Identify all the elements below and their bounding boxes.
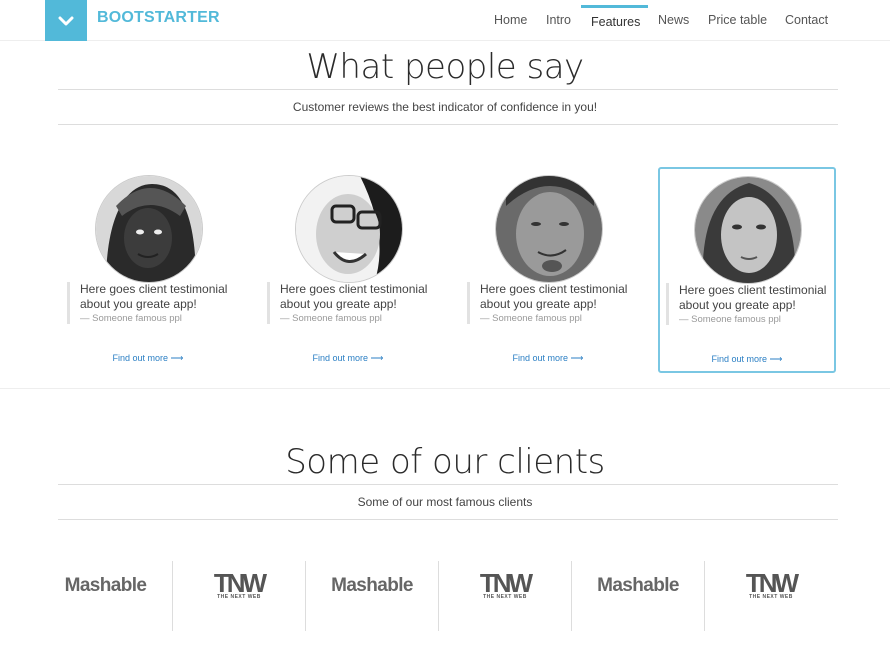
testimonial-text: Here goes client testimonial about you g… — [679, 283, 827, 312]
nav-active-indicator — [581, 5, 648, 8]
section-divider — [0, 388, 890, 389]
testimonial-text: Here goes client testimonial about you g… — [280, 282, 428, 311]
avatar — [694, 176, 802, 284]
find-out-more-link[interactable]: Find out more ⟶ — [59, 353, 237, 364]
find-out-more-link[interactable]: Find out more ⟶ — [259, 353, 437, 364]
chevron-down-icon — [58, 16, 74, 25]
client-logo-mashable[interactable]: Mashable — [571, 561, 704, 631]
testimonial-quote: Here goes client testimonial about you g… — [267, 282, 432, 324]
mashable-logo-text: Mashable — [597, 575, 679, 596]
avatar — [295, 175, 403, 283]
divider — [58, 484, 838, 485]
testimonial-author: — Someone famous ppl — [280, 313, 382, 324]
tnw-logo-text: TNW — [213, 568, 267, 598]
testimonial-author: — Someone famous ppl — [80, 313, 182, 324]
tnw-logo-subtext: THE NEXT WEB — [483, 594, 527, 600]
divider — [58, 124, 838, 125]
testimonial-text: Here goes client testimonial about you g… — [80, 282, 228, 311]
nav-intro[interactable]: Intro — [546, 13, 571, 27]
navbar: BOOTSTARTER Home Intro Features News Pri… — [0, 0, 890, 41]
divider — [58, 89, 838, 90]
client-logo-mashable[interactable]: Mashable — [39, 561, 172, 631]
avatar — [95, 175, 203, 283]
testimonial-author: — Someone famous ppl — [480, 313, 582, 324]
find-out-more-link[interactable]: Find out more ⟶ — [658, 354, 836, 365]
nav-price-table[interactable]: Price table — [708, 13, 767, 27]
testimonial-card: Here goes client testimonial about you g… — [259, 167, 437, 373]
tnw-logo-text: TNW — [745, 568, 799, 598]
tnw-logo-subtext: THE NEXT WEB — [749, 594, 793, 600]
nav-contact[interactable]: Contact — [785, 13, 828, 27]
clients-subtitle: Some of our most famous clients — [357, 495, 533, 509]
testimonial-card: Here goes client testimonial about you g… — [459, 167, 637, 373]
tnw-logo: TNW THE NEXT WEB — [745, 568, 799, 600]
nav-news[interactable]: News — [658, 13, 689, 27]
clients-title: Some of our clients — [285, 442, 605, 482]
testimonial-quote: Here goes client testimonial about you g… — [467, 282, 632, 324]
testimonials-title: What people say — [306, 47, 584, 87]
divider — [58, 519, 838, 520]
testimonial-text: Here goes client testimonial about you g… — [480, 282, 628, 311]
nav-features[interactable]: Features — [591, 15, 640, 29]
testimonials-subtitle: Customer reviews the best indicator of c… — [292, 100, 598, 114]
tnw-logo-subtext: THE NEXT WEB — [217, 594, 261, 600]
client-logo-tnw[interactable]: TNW THE NEXT WEB — [704, 561, 837, 631]
testimonial-quote: Here goes client testimonial about you g… — [666, 283, 831, 325]
testimonial-quote: Here goes client testimonial about you g… — [67, 282, 232, 324]
mashable-logo-text: Mashable — [64, 575, 147, 596]
client-logo-tnw[interactable]: TNW THE NEXT WEB — [172, 561, 305, 631]
testimonial-author: — Someone famous ppl — [679, 314, 781, 325]
tnw-logo-text: TNW — [479, 568, 533, 598]
avatar — [495, 175, 603, 283]
tnw-logo: TNW THE NEXT WEB — [479, 568, 533, 600]
testimonial-card-highlighted[interactable]: Here goes client testimonial about you g… — [658, 167, 836, 373]
menu-toggle-button[interactable] — [45, 0, 87, 41]
client-logo-mashable[interactable]: Mashable — [305, 561, 438, 631]
tnw-logo: TNW THE NEXT WEB — [213, 568, 267, 600]
testimonial-card: Here goes client testimonial about you g… — [59, 167, 237, 373]
brand-logo[interactable]: BOOTSTARTER — [97, 9, 220, 27]
client-logo-tnw[interactable]: TNW THE NEXT WEB — [438, 561, 571, 631]
nav-home[interactable]: Home — [494, 13, 527, 27]
mashable-logo-text: Mashable — [331, 575, 413, 596]
find-out-more-link[interactable]: Find out more ⟶ — [459, 353, 637, 364]
